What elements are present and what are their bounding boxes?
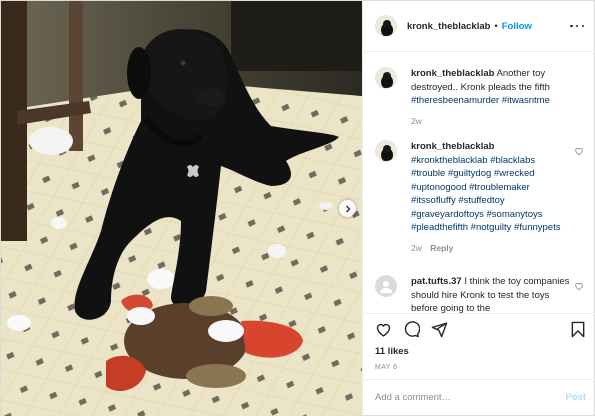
- default-user-icon: [380, 281, 392, 293]
- heart-icon[interactable]: [574, 146, 584, 156]
- caption-hashtags[interactable]: #theresbeenamurder #itwasntme: [411, 95, 550, 106]
- save-button[interactable]: [570, 321, 586, 341]
- caption-username[interactable]: kronk_theblacklab: [411, 68, 494, 79]
- comment-body: pat.tufts.37 I think the toy companies s…: [411, 275, 571, 313]
- comment-body: kronk_theblacklab #kronktheblacklab #bla…: [411, 140, 571, 255]
- comment-username[interactable]: pat.tufts.37: [411, 276, 462, 287]
- post-button[interactable]: Post: [565, 392, 586, 403]
- avatar[interactable]: [375, 67, 397, 89]
- action-icons: [375, 321, 448, 341]
- heart-icon[interactable]: [574, 281, 584, 291]
- comment-username[interactable]: kronk_theblacklab: [411, 140, 571, 154]
- like-button[interactable]: [375, 321, 392, 341]
- add-comment-bar: Add a comment… Post: [363, 379, 595, 416]
- share-button[interactable]: [431, 321, 448, 341]
- header-username[interactable]: kronk_theblacklab: [407, 21, 490, 32]
- post-photo[interactable]: [1, 1, 362, 416]
- comments-list: kronk_theblacklab Another toy destroyed.…: [363, 53, 595, 313]
- avatar[interactable]: [375, 15, 397, 37]
- avatar-dog-image: [376, 68, 396, 88]
- avatar-dog-image: [376, 141, 396, 161]
- avatar-dog-image: [376, 16, 396, 36]
- heart-icon: [376, 323, 391, 337]
- separator-dot: •: [494, 20, 498, 32]
- comment-input[interactable]: Add a comment…: [375, 392, 545, 403]
- follow-button[interactable]: Follow: [502, 21, 532, 32]
- post-modal: kronk_theblacklab • Follow kronk_theblac…: [0, 0, 595, 416]
- chevron-right-icon: [345, 205, 350, 212]
- list-item: kronk_theblacklab #kronktheblacklab #bla…: [375, 140, 590, 270]
- comment-icon: [404, 321, 421, 338]
- post-date[interactable]: MAY 6: [375, 364, 397, 371]
- share-icon: [431, 322, 448, 338]
- comment-time[interactable]: 2w: [411, 243, 422, 253]
- bookmark-icon: [571, 321, 585, 338]
- action-bar: 11 likes MAY 6: [363, 313, 595, 378]
- list-item: pat.tufts.37 I think the toy companies s…: [375, 275, 590, 313]
- caption: kronk_theblacklab Another toy destroyed.…: [375, 67, 590, 127]
- comment-hashtags[interactable]: #kronktheblacklab #blacklabs #trouble #g…: [411, 154, 571, 235]
- post-sidebar: kronk_theblacklab • Follow kronk_theblac…: [362, 1, 595, 416]
- avatar[interactable]: [375, 140, 397, 162]
- avatar[interactable]: [375, 275, 397, 297]
- three-dots-icon[interactable]: [570, 19, 584, 33]
- caption-body: kronk_theblacklab Another toy destroyed.…: [411, 67, 571, 128]
- comment-meta: 2w Reply: [411, 242, 571, 256]
- post-header: kronk_theblacklab • Follow: [363, 1, 595, 52]
- likes-count[interactable]: 11 likes: [375, 346, 409, 357]
- comment-button[interactable]: [403, 321, 421, 341]
- caption-time[interactable]: 2w: [411, 115, 571, 129]
- dog-photo: [1, 1, 362, 416]
- reply-button[interactable]: Reply: [430, 243, 453, 253]
- next-photo-button[interactable]: [339, 200, 356, 217]
